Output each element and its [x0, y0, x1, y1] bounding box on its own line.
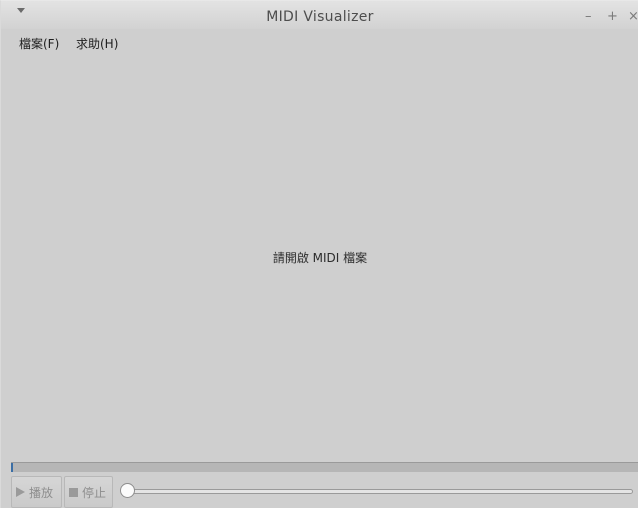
open-file-prompt: 請開啟 MIDI 檔案 — [272, 251, 368, 265]
stop-button[interactable]: 停止 — [64, 476, 113, 508]
play-button[interactable]: 播放 — [11, 476, 62, 508]
menu-file[interactable]: 檔案(F) — [19, 35, 59, 52]
stop-icon — [69, 487, 78, 497]
menu-help[interactable]: 求助(H) — [76, 35, 118, 52]
maximize-icon[interactable]: + — [607, 10, 618, 24]
playback-controls: 播放 停止 — [1, 474, 638, 509]
play-icon — [16, 487, 25, 497]
main-window: MIDI Visualizer – + × 檔案(F) 求助(H) 請開啟 MI… — [0, 0, 638, 508]
window-title: MIDI Visualizer — [266, 9, 374, 25]
seek-slider-handle[interactable] — [120, 483, 135, 498]
visualizer-area: 請開啟 MIDI 檔案 — [1, 53, 638, 461]
close-icon[interactable]: × — [628, 10, 638, 24]
menu-bar: 檔案(F) 求助(H) — [1, 31, 638, 53]
stop-label: 停止 — [82, 485, 107, 500]
playback-progress-bar — [11, 462, 638, 472]
progress-fill — [11, 463, 13, 472]
title-bar[interactable]: MIDI Visualizer – + × — [1, 1, 638, 29]
minimize-icon[interactable]: – — [585, 10, 592, 24]
seek-slider-track[interactable] — [125, 489, 633, 494]
play-label: 播放 — [29, 485, 54, 500]
